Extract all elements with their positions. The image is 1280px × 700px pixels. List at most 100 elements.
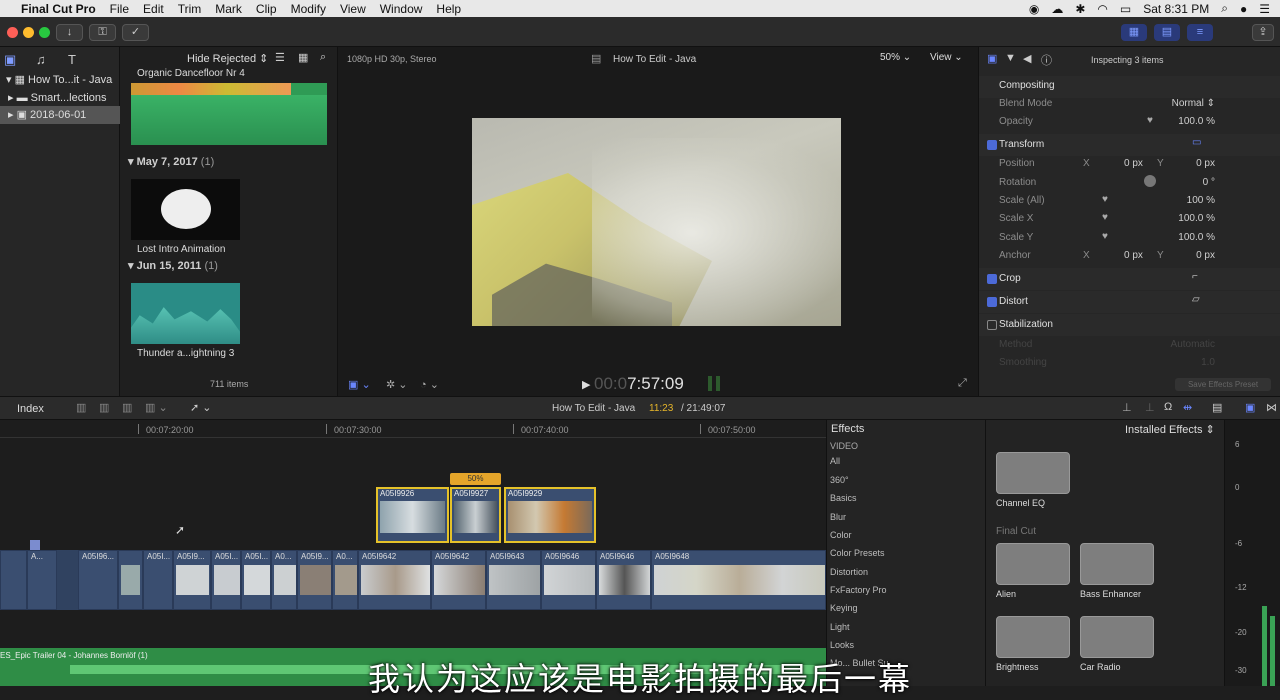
clip-appearance-icon[interactable]: ▤ [1212, 401, 1222, 414]
solo-icon[interactable]: Ω [1164, 401, 1172, 413]
connected-clip[interactable]: A05I9929 [504, 487, 596, 543]
show-inspector-icon[interactable]: ≡ [1187, 24, 1213, 41]
overwrite-clip-icon[interactable]: ▥ ⌄ [145, 401, 168, 414]
stabilization-checkbox[interactable] [987, 320, 997, 330]
library-item-smart-collections[interactable]: ▸ ▬ Smart...lections [0, 89, 120, 107]
distort-section[interactable]: Distort ▱ [979, 291, 1280, 313]
rotation-value[interactable]: 0 ° [1203, 177, 1215, 188]
effects-category-color[interactable]: Color [830, 530, 852, 540]
storyline-clip[interactable]: A05I9642 [431, 550, 486, 610]
effects-browser-icon[interactable]: ▣ [1245, 401, 1255, 414]
storyline-clip[interactable]: A... [27, 550, 57, 610]
storyline-clip[interactable]: A05I9646 [541, 550, 596, 610]
effects-category-color-presets[interactable]: Color Presets [830, 548, 885, 558]
menu-file[interactable]: File [103, 2, 136, 16]
effects-category-360[interactable]: 360° [830, 475, 849, 485]
menu-trim[interactable]: Trim [171, 2, 209, 16]
scale-y-slider[interactable]: ♥ [1102, 231, 1108, 242]
menu-edit[interactable]: Edit [136, 2, 171, 16]
timeline-ruler[interactable] [0, 420, 826, 438]
storyline-clip[interactable]: A05I... [241, 550, 271, 610]
storyline-clip[interactable]: A05I9... [297, 550, 332, 610]
opacity-value[interactable]: 100.0 % [1178, 116, 1215, 127]
storyline-clip[interactable] [118, 550, 143, 610]
creative-cloud-icon[interactable]: ☁ [1051, 2, 1063, 16]
zoom-popup[interactable]: 50% ⌄ [880, 52, 911, 63]
close-window-button[interactable] [7, 27, 18, 38]
date-group-header[interactable]: ▾ Jun 15, 2011 (1) [128, 259, 218, 272]
clip-appearance-icon[interactable]: ☰ [275, 51, 285, 64]
audio-skimming-icon[interactable]: ⊥ [1145, 401, 1155, 414]
opacity-slider[interactable]: ♥ [1147, 115, 1153, 126]
battery-icon[interactable]: ▭ [1120, 2, 1131, 16]
scale-all-value[interactable]: 100 % [1187, 195, 1215, 206]
effect-tile-alien[interactable] [996, 543, 1070, 585]
transform-tool-icon[interactable]: ▣ ⌄ [348, 378, 371, 391]
blend-mode-popup[interactable]: Normal ⇕ [1172, 98, 1215, 109]
keywords-icon[interactable]: ⚿ [89, 24, 116, 41]
filmstrip-view-icon[interactable]: ▦ [298, 51, 308, 64]
effect-tile-bass-enhancer[interactable] [1080, 543, 1154, 585]
share-icon[interactable]: ⇪ [1252, 24, 1274, 41]
storyline-clip[interactable]: A05I... [143, 550, 173, 610]
index-button[interactable]: Index [17, 403, 44, 415]
storyline-clip[interactable]: A05I9643 [486, 550, 541, 610]
audio-inspector-icon[interactable]: ◀ [1023, 52, 1031, 65]
distort-onscreen-icon[interactable]: ▱ [1192, 294, 1200, 305]
playhead-marker[interactable] [30, 540, 40, 550]
connected-clip-selected[interactable]: A05I9927 [450, 487, 501, 543]
scale-all-slider[interactable]: ♥ [1102, 194, 1108, 205]
connected-clip[interactable]: A05I9926 [376, 487, 449, 543]
distort-checkbox[interactable] [987, 297, 997, 307]
effects-category-looks[interactable]: Looks [830, 640, 854, 650]
storyline-clip[interactable]: A0... [271, 550, 297, 610]
menu-window[interactable]: Window [373, 2, 430, 16]
menu-mark[interactable]: Mark [208, 2, 249, 16]
menu-help[interactable]: Help [429, 2, 468, 16]
filter-popup[interactable]: Hide Rejected ⇕ [187, 52, 268, 65]
clip-thumbnail[interactable] [131, 179, 240, 240]
video-inspector-icon[interactable]: ▣ [987, 52, 997, 65]
fullscreen-icon[interactable]: ⤢ [958, 377, 967, 390]
color-inspector-icon[interactable]: ▼ [1005, 52, 1016, 64]
effects-category-light[interactable]: Light [830, 622, 850, 632]
effect-tile-brightness[interactable] [996, 616, 1070, 658]
library-item-event[interactable]: ▸ ▣ 2018-06-01 [0, 106, 120, 124]
position-y-value[interactable]: 0 px [1196, 158, 1215, 169]
notification-center-icon[interactable]: ☰ [1259, 2, 1270, 16]
show-timeline-icon[interactable]: ▤ [1154, 24, 1180, 41]
siri-icon[interactable]: ● [1240, 2, 1247, 16]
import-icon[interactable]: ↓ [56, 24, 83, 41]
audio-clip-thumbnail[interactable] [131, 83, 327, 145]
retime-badge[interactable]: 50% [450, 473, 501, 485]
effects-category-all[interactable]: All [830, 456, 840, 466]
menubar-clock[interactable]: Sat 8:31 PM [1143, 2, 1209, 16]
snapping-icon[interactable]: ⇹ [1183, 401, 1192, 414]
crop-section[interactable]: Crop ⌐ [979, 268, 1280, 290]
select-tool-icon[interactable]: ➚ ⌄ [190, 401, 212, 414]
effect-tile-car-radio[interactable] [1080, 616, 1154, 658]
titles-generators-icon[interactable]: T [68, 52, 76, 67]
timecode-display[interactable]: 00:07:57:09 [594, 374, 684, 394]
skimming-icon[interactable]: ⊥ [1122, 401, 1132, 414]
effects-category-basics[interactable]: Basics [830, 493, 857, 503]
enhance-icon[interactable]: ✲ ⌄ [386, 378, 408, 391]
storyline-clip[interactable]: A05I9... [173, 550, 211, 610]
storyline-clip[interactable] [0, 550, 27, 610]
bluetooth-icon[interactable]: ✱ [1075, 2, 1085, 16]
menu-clip[interactable]: Clip [249, 2, 284, 16]
view-popup[interactable]: View ⌄ [930, 52, 963, 63]
wifi-icon[interactable]: ◠ [1097, 2, 1107, 16]
date-group-header[interactable]: ▾ May 7, 2017 (1) [128, 155, 214, 168]
scale-x-slider[interactable]: ♥ [1102, 212, 1108, 223]
rotation-dial[interactable] [1144, 175, 1156, 187]
play-button[interactable]: ▶ [582, 378, 590, 391]
menu-app-name[interactable]: Final Cut Pro [14, 2, 103, 16]
effects-category-distortion[interactable]: Distortion [830, 567, 868, 577]
effect-tile-channel-eq[interactable] [996, 452, 1070, 494]
crop-onscreen-icon[interactable]: ⌐ [1192, 271, 1198, 282]
scale-x-value[interactable]: 100.0 % [1178, 213, 1215, 224]
save-effects-preset-button[interactable]: Save Effects Preset [1175, 378, 1271, 391]
transform-checkbox[interactable] [987, 140, 997, 150]
transitions-browser-icon[interactable]: ⋈ [1266, 401, 1277, 414]
